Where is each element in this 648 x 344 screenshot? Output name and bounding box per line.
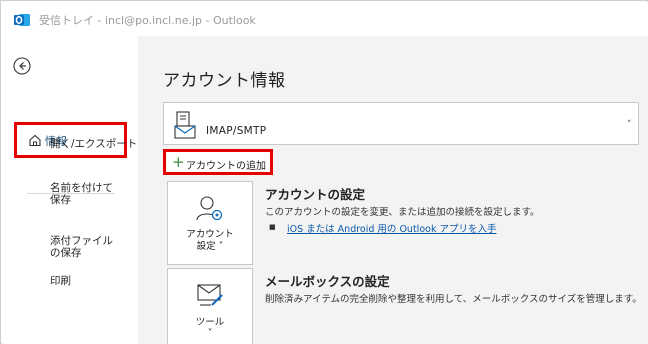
outlook-backstage-window: 受信トレイ - incl@po.incl.ne.jp - Outlook 情報 … — [0, 0, 648, 344]
account-settings-description: このアカウントの設定を変更、または追加の接続を設定します。 — [265, 207, 540, 218]
mailbox-settings-description: 削除済みアイテムの完全削除や整理を利用して、メールボックスのサイズを管理します。 — [265, 294, 642, 305]
plus-icon: + — [172, 153, 185, 171]
page-title: アカウント情報 — [163, 71, 286, 91]
account-settings-icon — [196, 196, 223, 221]
add-account-label: アカウントの追加 — [186, 161, 266, 172]
account-settings-button[interactable]: アカウント 設定 ˅ — [167, 181, 253, 265]
home-icon — [29, 134, 41, 147]
mailbox-icon — [174, 111, 196, 139]
get-mobile-app-link[interactable]: iOS または Android 用の Outlook アプリを入手 — [287, 221, 496, 235]
backstage-sidebar: 情報 開く/エクスポート 名前を付けて保存 添付ファイルの保存 印刷 — [2, 36, 138, 344]
mailbox-tools-label: ツール — [195, 317, 225, 328]
mailbox-tools-chevron: ˅ — [207, 328, 213, 339]
sidebar-item-save-attachments[interactable]: 添付ファイルの保存 — [50, 235, 122, 259]
sidebar-item-open-export[interactable]: 開く/エクスポート — [50, 138, 137, 150]
bullet-icon: ■ — [269, 223, 276, 231]
window-title: 受信トレイ - incl@po.incl.ne.jp - Outlook — [39, 14, 256, 27]
mailbox-tools-icon — [197, 284, 223, 306]
main-content: アカウント情報 IMAP/SMTP ˅ + アカウントの追加 アカウント 設定 … — [138, 36, 648, 344]
mailbox-tools-button[interactable]: ツール ˅ — [167, 268, 253, 344]
account-settings-label-2: 設定 ˅ — [196, 241, 224, 252]
chevron-down-icon: ˅ — [627, 120, 632, 130]
sidebar-item-save-as[interactable]: 名前を付けて保存 — [50, 182, 122, 206]
mailbox-settings-heading: メールボックスの設定 — [265, 274, 390, 289]
outlook-icon — [14, 14, 30, 26]
account-name: IMAP/SMTP — [206, 125, 267, 137]
back-arrow-icon[interactable] — [12, 56, 32, 76]
account-settings-label: アカウント — [186, 229, 234, 240]
title-bar: 受信トレイ - incl@po.incl.ne.jp - Outlook — [2, 2, 648, 36]
sidebar-item-print[interactable]: 印刷 — [50, 275, 71, 287]
add-account-button[interactable]: + アカウントの追加 — [163, 149, 273, 175]
account-selector[interactable]: IMAP/SMTP ˅ — [163, 102, 639, 145]
account-settings-heading: アカウントの設定 — [265, 187, 366, 202]
